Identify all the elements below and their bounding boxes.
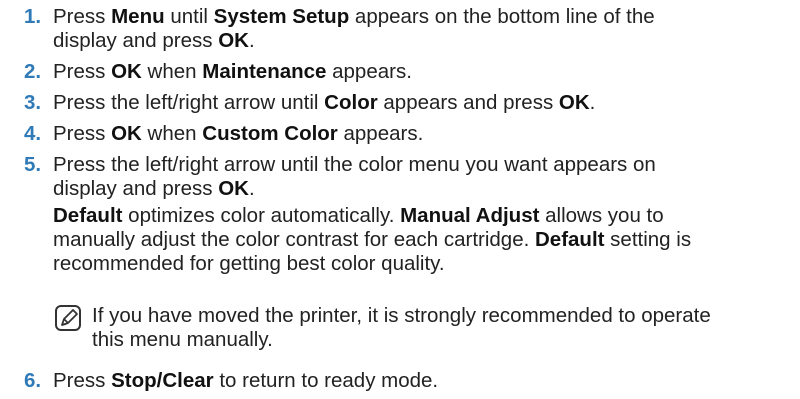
bold-term: System Setup bbox=[213, 5, 350, 28]
bold-term: Default bbox=[535, 228, 605, 251]
step-text: Press OK when Maintenance appears. bbox=[53, 60, 412, 83]
explanation-text: Default optimizes color automatically. M… bbox=[53, 204, 664, 227]
bold-term: Menu bbox=[111, 5, 165, 28]
step-number: 5. bbox=[24, 153, 42, 176]
bold-term: Custom Color bbox=[202, 122, 338, 145]
note-text-line-2: this menu manually. bbox=[92, 328, 273, 351]
bold-term: Stop/Clear bbox=[111, 369, 214, 392]
step-text: Press OK when Custom Color appears. bbox=[53, 122, 424, 145]
bold-term: Default bbox=[53, 204, 123, 227]
step-text: Press Stop/Clear to return to ready mode… bbox=[53, 369, 439, 392]
note-pencil-icon bbox=[55, 305, 81, 331]
step-number: 3. bbox=[24, 91, 42, 114]
step-number: 1. bbox=[24, 5, 42, 28]
bold-term: OK bbox=[111, 60, 142, 83]
bold-term: OK bbox=[558, 91, 590, 114]
step-text-continuation: display and press OK. bbox=[53, 177, 255, 200]
explanation-text: manually adjust the color contrast for e… bbox=[53, 228, 692, 251]
step-text-continuation: display and press OK. bbox=[53, 29, 255, 52]
step-text: Press the left/right arrow until Color a… bbox=[53, 91, 596, 114]
bold-term: OK bbox=[111, 122, 142, 145]
bold-term: Color bbox=[324, 91, 378, 114]
note-text-line-1: If you have moved the printer, it is str… bbox=[92, 304, 711, 327]
step-number: 6. bbox=[24, 369, 42, 392]
step-number: 4. bbox=[24, 122, 42, 145]
step-number: 2. bbox=[24, 60, 42, 83]
explanation-text: recommended for getting best color quali… bbox=[53, 252, 445, 275]
bold-term: OK bbox=[218, 177, 249, 200]
bold-term: OK bbox=[218, 29, 249, 52]
step-text: Press Menu until System Setup appears on… bbox=[53, 5, 655, 28]
bold-term: Maintenance bbox=[202, 60, 327, 83]
step-text: Press the left/right arrow until the col… bbox=[53, 153, 656, 176]
bold-term: Manual Adjust bbox=[400, 204, 540, 227]
